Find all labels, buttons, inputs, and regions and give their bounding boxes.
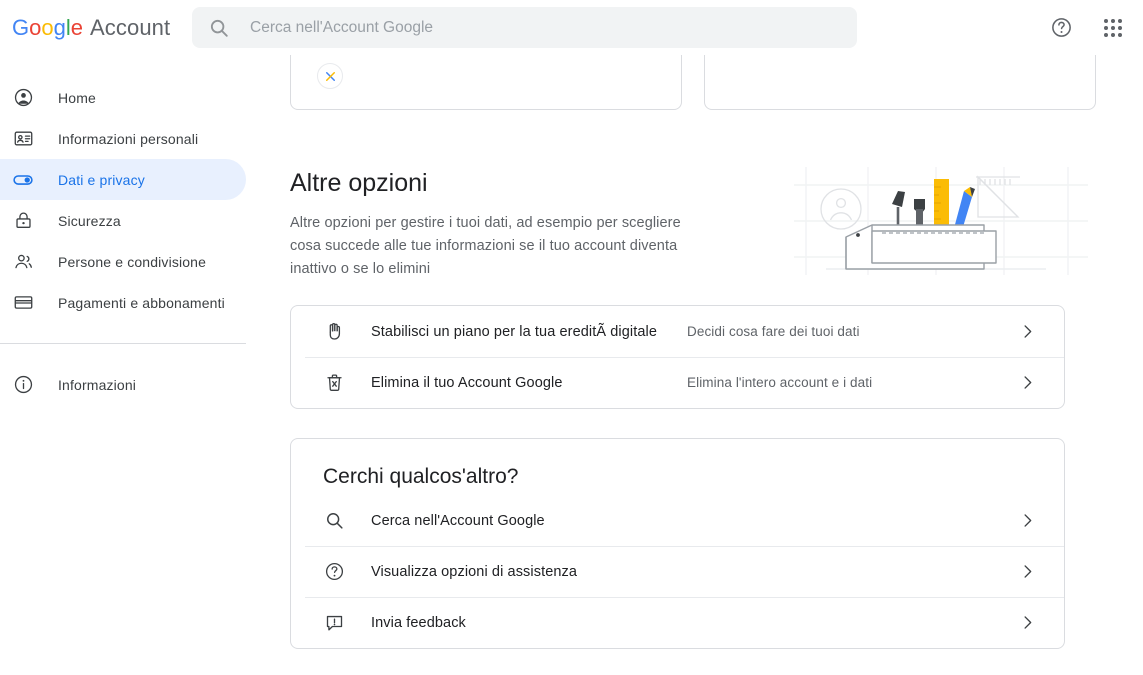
- row-label: Elimina il tuo Account Google: [371, 374, 563, 391]
- row-description: Decidi cosa fare dei tuoi dati: [687, 324, 860, 339]
- row-label: Stabilisci un piano per la tua ereditÃ d…: [371, 323, 658, 340]
- partial-card-left[interactable]: [290, 55, 682, 110]
- search-icon: [323, 510, 345, 532]
- google-apps-button[interactable]: [1093, 8, 1133, 48]
- delete-forever-icon: [323, 372, 345, 394]
- search-input[interactable]: Cerca nell'Account Google: [192, 7, 857, 48]
- row-description: Elimina l'intero account e i dati: [687, 375, 873, 390]
- sidebar-item-home[interactable]: Home: [0, 77, 246, 118]
- sidebar-item-label: Home: [58, 89, 96, 106]
- back-hand-icon: [323, 321, 345, 343]
- toggle-switch-icon: [12, 169, 34, 191]
- account-circle-icon: [12, 87, 34, 109]
- sidebar-item-data-privacy[interactable]: Dati e privacy: [0, 159, 246, 200]
- search-icon: [208, 17, 230, 39]
- lock-icon: [12, 210, 34, 232]
- other-options-card: Stabilisci un piano per la tua ereditÃ d…: [290, 305, 1065, 409]
- toolbox-with-tools-illustration: [786, 159, 1096, 281]
- info-circle-icon: [12, 374, 34, 396]
- row-help-options[interactable]: Visualizza opzioni di assistenza: [291, 546, 1064, 597]
- sidebar-item-payments[interactable]: Pagamenti e abbonamenti: [0, 282, 246, 323]
- section-header: Altre opzioni Altre opzioni per gestire …: [290, 167, 1096, 281]
- header-actions: [1041, 0, 1133, 55]
- sidebar-item-label: Informazioni: [58, 376, 137, 393]
- google-wordmark: Google: [12, 14, 84, 40]
- app-header: Google Account Cerca nell'Account Google: [0, 0, 1143, 55]
- main-content: Altre opzioni Altre opzioni per gestire …: [258, 55, 1143, 675]
- brand-product-name: Account: [90, 14, 171, 40]
- people-icon: [12, 251, 34, 273]
- card-title: Cerchi qualcos'altro?: [323, 465, 519, 488]
- sidebar-item-label: Persone e condivisione: [58, 253, 207, 270]
- credit-card-icon: [12, 292, 34, 314]
- sidebar-item-about[interactable]: Informazioni: [0, 364, 246, 405]
- sidebar-item-label: Dati e privacy: [58, 171, 145, 188]
- sidebar-item-label: Pagamenti e abbonamenti: [58, 294, 225, 311]
- google-apps-grid-icon: [1104, 18, 1122, 37]
- feedback-icon: [323, 612, 345, 634]
- tools-badge-icon: [317, 63, 343, 89]
- chevron-right-icon: [1016, 321, 1038, 343]
- row-digital-legacy[interactable]: Stabilisci un piano per la tua ereditÃ d…: [291, 306, 1064, 357]
- chevron-right-icon: [1016, 372, 1038, 394]
- row-search-google-account[interactable]: Cerca nell'Account Google: [291, 495, 1064, 546]
- sidebar-item-people-sharing[interactable]: Persone e condivisione: [0, 241, 246, 282]
- row-label: Cerca nell'Account Google: [371, 512, 545, 529]
- help-button[interactable]: [1041, 8, 1081, 48]
- search-placeholder: Cerca nell'Account Google: [250, 18, 434, 36]
- row-delete-account[interactable]: Elimina il tuo Account Google Elimina l'…: [291, 357, 1064, 408]
- help-circle-icon: [1051, 18, 1071, 37]
- chevron-right-icon: [1016, 561, 1038, 583]
- brand-logo[interactable]: Google Account: [12, 15, 170, 41]
- help-circle-icon: [323, 561, 345, 583]
- id-card-icon: [12, 128, 34, 150]
- looking-for-something-else-card: Cerchi qualcos'altro? Cerca nell'Account…: [290, 438, 1065, 649]
- chevron-right-icon: [1016, 612, 1038, 634]
- row-send-feedback[interactable]: Invia feedback: [291, 597, 1064, 648]
- chevron-right-icon: [1016, 510, 1038, 532]
- sidebar-nav: Home Informazioni personali Dati e priva…: [0, 55, 258, 675]
- sidebar-item-label: Sicurezza: [58, 212, 121, 229]
- sidebar-item-personal-info[interactable]: Informazioni personali: [0, 118, 246, 159]
- sidebar-item-security[interactable]: Sicurezza: [0, 200, 246, 241]
- sidebar-item-label: Informazioni personali: [58, 130, 199, 147]
- row-label: Invia feedback: [371, 614, 466, 631]
- row-label: Visualizza opzioni di assistenza: [371, 563, 578, 580]
- partial-cards-above: [290, 55, 1096, 110]
- partial-card-right[interactable]: [704, 55, 1096, 110]
- page-description: Altre opzioni per gestire i tuoi dati, a…: [290, 215, 681, 277]
